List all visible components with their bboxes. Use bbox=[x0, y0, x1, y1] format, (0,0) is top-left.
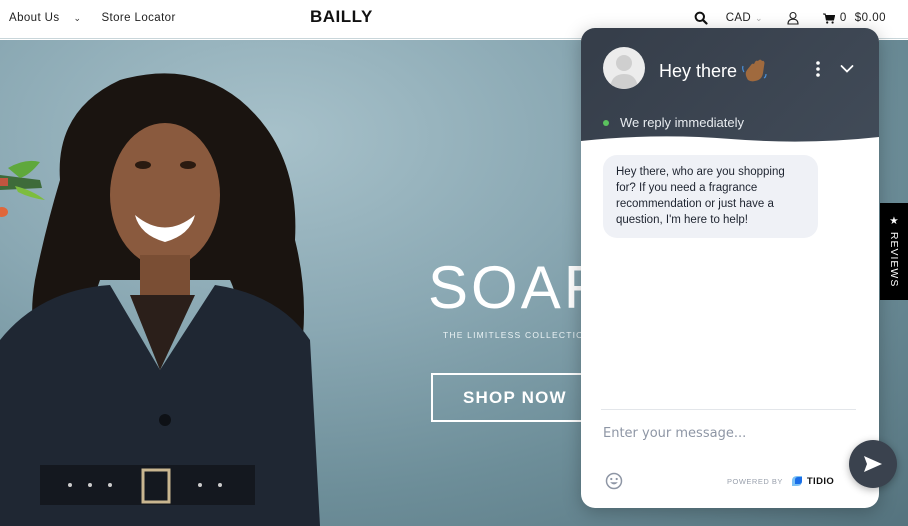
online-status-dot bbox=[603, 119, 609, 126]
chat-header: Hey there We reply immediately bbox=[581, 28, 879, 147]
send-icon bbox=[864, 456, 882, 472]
waving-hand-icon bbox=[742, 59, 767, 82]
reviews-tab-label: ★ REVIEWS bbox=[888, 215, 900, 288]
agent-avatar bbox=[603, 47, 645, 89]
chat-status-text: We reply immediately bbox=[620, 115, 745, 130]
emoji-icon[interactable] bbox=[605, 472, 623, 490]
chat-title-text: Hey there bbox=[659, 60, 738, 81]
more-options-icon[interactable] bbox=[814, 60, 822, 78]
agent-message-bubble: Hey there, who are you shopping for? If … bbox=[603, 155, 818, 238]
header-wave-divider bbox=[581, 136, 879, 147]
tidio-logo-icon bbox=[791, 476, 802, 486]
reviews-tab[interactable]: ★ REVIEWS bbox=[880, 203, 908, 300]
nav-about-us-label: About Us bbox=[9, 12, 60, 24]
chevron-down-icon[interactable] bbox=[840, 64, 854, 74]
shop-now-button[interactable]: SHOP NOW bbox=[431, 373, 606, 422]
chevron-down-icon: ⌄ bbox=[73, 12, 82, 23]
nav-about-us[interactable]: About Us ⌄ bbox=[9, 12, 81, 24]
chat-widget: Hey there We reply immediately Hey there… bbox=[581, 28, 879, 508]
cart-total: $0.00 bbox=[854, 12, 886, 24]
message-input[interactable] bbox=[603, 426, 833, 441]
cart-icon bbox=[822, 13, 835, 24]
primary-nav: About Us ⌄ Store Locator bbox=[9, 12, 176, 24]
cart-count: 0 bbox=[839, 12, 847, 24]
cart-button[interactable]: 0 $0.00 bbox=[822, 12, 886, 24]
search-icon[interactable] bbox=[694, 11, 708, 25]
powered-by-label: POWERED BY bbox=[727, 476, 783, 486]
avatar-placeholder-icon bbox=[610, 55, 638, 89]
nav-store-locator-label: Store Locator bbox=[101, 12, 176, 24]
toy-airplane-image bbox=[0, 160, 45, 217]
powered-by[interactable]: POWERED BY TIDIO bbox=[727, 475, 834, 487]
hero-subtitle: THE LIMITLESS COLLECTION bbox=[443, 330, 592, 340]
user-icon[interactable] bbox=[787, 11, 799, 25]
nav-store-locator[interactable]: Store Locator bbox=[101, 12, 175, 24]
input-divider bbox=[601, 409, 856, 410]
utility-nav: CAD ⌄ 0 $0.00 bbox=[694, 11, 886, 25]
chat-status: We reply immediately bbox=[603, 115, 744, 130]
tidio-brand: TIDIO bbox=[806, 475, 835, 487]
brand-logo[interactable]: BAILLY bbox=[310, 7, 373, 27]
currency-selector[interactable]: CAD ⌄ bbox=[726, 12, 763, 24]
send-message-button[interactable] bbox=[849, 440, 897, 488]
currency-value: CAD bbox=[725, 12, 751, 24]
chevron-down-icon: ⌄ bbox=[754, 12, 763, 23]
hero-model-image bbox=[0, 73, 320, 526]
chat-title: Hey there bbox=[659, 58, 767, 84]
